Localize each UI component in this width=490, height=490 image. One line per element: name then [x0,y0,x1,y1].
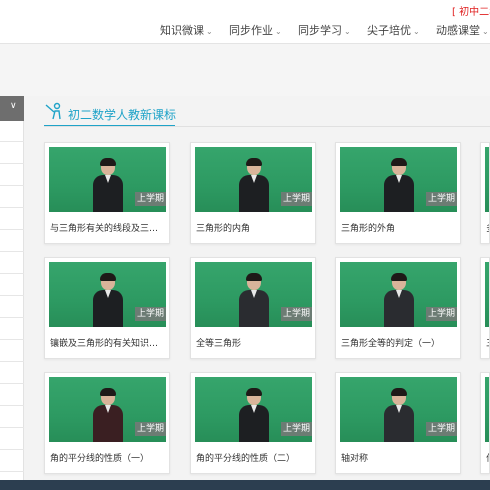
sidebar-divider [0,361,24,362]
sidebar-divider [0,339,24,340]
video-title[interactable]: 三角形的外角 [341,221,457,234]
sidebar-divider [0,405,24,406]
semester-badge: 上学期 [281,307,312,321]
teacher-figure [239,273,269,327]
chevron-down-icon: ⌄ [344,27,351,36]
teacher-figure [93,273,123,327]
video-thumbnail[interactable]: 上学期 [49,147,166,212]
bottom-bar [0,480,490,490]
video-card[interactable]: 上学期 三角形的内角 [190,142,316,244]
video-title[interactable]: 三 [486,336,489,349]
banner-area [0,44,490,96]
semester-badge: 上学期 [135,307,166,321]
chevron-down-icon: ⌄ [413,27,420,36]
sidebar-divider [0,471,24,472]
video-card[interactable]: 上学期 轴对称 [335,372,461,474]
video-title[interactable]: 作 [486,451,489,464]
semester-badge: 上学期 [135,422,166,436]
semester-badge: 上学期 [426,422,457,436]
video-thumbnail[interactable]: 上学期 [340,147,457,212]
video-title[interactable]: 三角形全等的判定（一） [341,336,457,349]
top-header: [ 初中二年 知识微课⌄ 同步作业⌄ 同步学习⌄ 尖子培优⌄ 动感课堂⌄ [0,0,490,44]
teacher-figure [384,158,414,212]
video-card[interactable]: 上学期 三角形的外角 [335,142,461,244]
video-thumbnail[interactable]: 上学期 [195,377,312,442]
sidebar-divider [0,317,24,318]
video-card[interactable]: 上学期 角的平分线的性质（一） [44,372,170,474]
video-title[interactable]: 角的平分线的性质（一） [50,451,166,464]
semester-badge: 上学期 [426,307,457,321]
teacher-figure [384,388,414,442]
semester-badge: 上学期 [281,192,312,206]
video-card[interactable]: 上学期 角的平分线的性质（二） [190,372,316,474]
nav-item-sync-homework[interactable]: 同步作业 ⌄ [229,22,282,38]
sidebar-divider [0,427,24,428]
video-title[interactable]: 轴对称 [341,451,457,464]
video-card[interactable]: 三 [480,257,490,359]
video-card[interactable]: 多 [480,142,490,244]
video-thumbnail[interactable] [485,147,489,212]
video-card[interactable]: 作 [480,372,490,474]
grade-selector-link[interactable]: [ 初中二年 [452,3,490,18]
video-thumbnail[interactable]: 上学期 [195,262,312,327]
section-title: 初二数学人教新课标 [68,108,177,122]
semester-badge: 上学期 [426,192,457,206]
sidebar-divider [0,449,24,450]
video-title[interactable]: 三角形的内角 [196,221,312,234]
teacher-pointer-icon [45,102,61,120]
sidebar-toggle[interactable]: ∨ [0,96,24,121]
sidebar-divider [0,273,24,274]
teacher-figure [384,273,414,327]
video-title[interactable]: 镶嵌及三角形的有关知识的... [50,336,166,349]
chevron-down-icon: ⌄ [482,27,489,36]
video-title[interactable]: 多 [486,221,489,234]
chevron-down-icon: ∨ [10,101,17,111]
sidebar-divider [0,251,24,252]
video-title[interactable]: 角的平分线的性质（二） [196,451,312,464]
teacher-figure [239,158,269,212]
semester-badge: 上学期 [281,422,312,436]
video-title[interactable]: 全等三角形 [196,336,312,349]
teacher-figure [93,388,123,442]
teacher-figure [93,158,123,212]
nav-item-sync-study[interactable]: 同步学习 ⌄ [298,22,351,38]
nav-item-top-students[interactable]: 尖子培优 ⌄ [367,22,420,38]
section-divider [44,126,490,127]
sidebar-divider [0,207,24,208]
video-card[interactable]: 上学期 三角形全等的判定（一） [335,257,461,359]
nav-item-dynamic-classroom[interactable]: 动感课堂 ⌄ [436,22,489,38]
sidebar-divider [0,141,24,142]
video-thumbnail[interactable]: 上学期 [340,377,457,442]
video-thumbnail[interactable]: 上学期 [49,377,166,442]
sidebar-divider [0,163,24,164]
nav-item-label: 知识微课 [160,24,204,37]
sidebar-divider [0,185,24,186]
video-card[interactable]: 上学期 与三角形有关的线段及三角形... [44,142,170,244]
chevron-down-icon: ⌄ [275,27,282,36]
sidebar-divider [0,295,24,296]
video-title[interactable]: 与三角形有关的线段及三角形... [50,221,166,234]
nav-item-label: 同步作业 [229,24,273,37]
main-nav: 知识微课 ⌄ 同步作业 ⌄ 同步学习 ⌄ 尖子培优 ⌄ 动感课堂 ⌄ [0,22,490,38]
nav-item-label: 同步学习 [298,24,342,37]
video-thumbnail[interactable]: 上学期 [340,262,457,327]
semester-badge: 上学期 [135,192,166,206]
video-thumbnail[interactable] [485,262,489,327]
video-thumbnail[interactable]: 上学期 [195,147,312,212]
sidebar-divider [0,383,24,384]
teacher-figure [239,388,269,442]
video-card[interactable]: 上学期 全等三角形 [190,257,316,359]
video-thumbnail[interactable] [485,377,489,442]
nav-item-label: 动感课堂 [436,24,480,37]
sidebar-divider [0,229,24,230]
nav-item-label: 尖子培优 [367,24,411,37]
sidebar: ∨ [0,96,24,480]
chevron-down-icon: ⌄ [206,27,213,36]
video-card[interactable]: 上学期 镶嵌及三角形的有关知识的... [44,257,170,359]
video-thumbnail[interactable]: 上学期 [49,262,166,327]
nav-item-knowledge-microlessons[interactable]: 知识微课 ⌄ [160,22,213,38]
